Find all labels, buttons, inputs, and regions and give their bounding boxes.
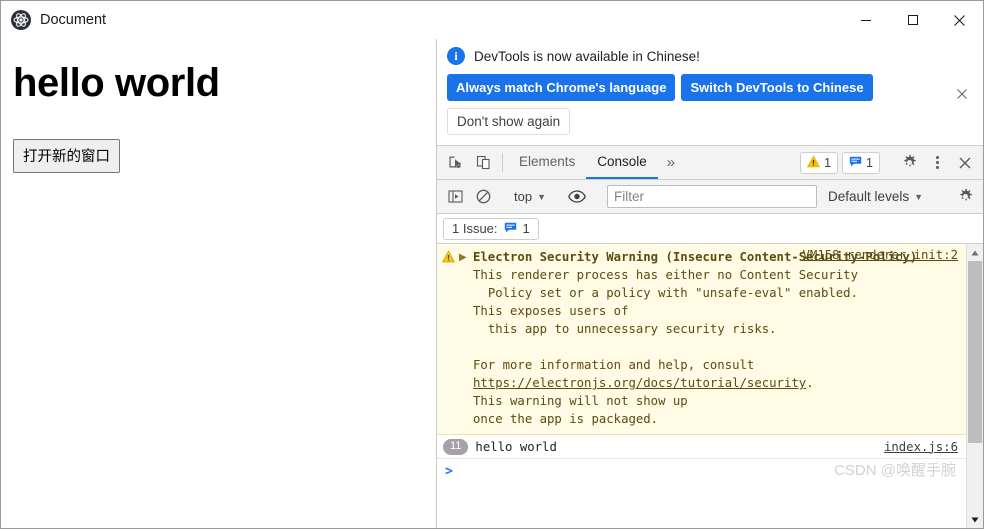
scrollbar-down-arrow-icon[interactable]: [967, 511, 983, 528]
title-bar-left: Document: [1, 10, 106, 30]
infobar-secondary-actions: Don't show again: [447, 108, 973, 135]
log-levels-value: Default levels: [828, 189, 910, 204]
window-body: hello world 打开新的窗口 i DevTools is now ava…: [1, 39, 983, 528]
warning-line-6: This warning will not show up: [473, 394, 688, 408]
devtools-panel: i DevTools is now available in Chinese! …: [437, 39, 983, 528]
close-button[interactable]: [936, 1, 983, 39]
scrollbar-thumb[interactable]: [968, 261, 982, 443]
switch-to-chinese-button[interactable]: Switch DevTools to Chinese: [681, 74, 873, 101]
open-new-window-button[interactable]: 打开新的窗口: [13, 139, 120, 173]
warning-count: 1: [824, 155, 832, 170]
info-icon: i: [447, 47, 465, 65]
console-prompt-row[interactable]: > CSDN @唤醒手腕: [437, 459, 966, 483]
warning-line-7: once the app is packaged.: [473, 412, 659, 426]
inspect-cursor-icon[interactable]: [441, 146, 469, 179]
log-repeat-count-badge: 11: [443, 438, 469, 455]
console-log-message[interactable]: 11 hello world index.js:6: [437, 435, 966, 459]
maximize-button[interactable]: [889, 1, 936, 39]
devtools-tabbar: Elements Console » 1 1: [437, 146, 983, 180]
infobar-primary-actions: Always match Chrome's language Switch De…: [447, 74, 973, 101]
warning-line-3: This exposes users of: [473, 304, 629, 318]
message-count: 1: [866, 155, 873, 170]
warning-triangle-icon: [807, 154, 821, 171]
warning-count-badge[interactable]: 1: [800, 151, 839, 174]
dont-show-again-button[interactable]: Don't show again: [447, 108, 571, 135]
window-controls: [842, 1, 983, 39]
chevron-down-icon: ▼: [537, 191, 546, 202]
title-bar: Document: [1, 1, 983, 39]
scrollbar-up-arrow-icon[interactable]: [967, 244, 983, 261]
issues-chip[interactable]: 1 Issue: 1: [443, 217, 539, 240]
console-warning-message[interactable]: ▶ Electron Security Warning (Insecure Co…: [437, 244, 966, 435]
gear-icon[interactable]: [895, 154, 923, 171]
prompt-caret-icon: >: [445, 463, 453, 479]
warning-line-5: For more information and help, consult: [473, 358, 755, 372]
security-docs-link[interactable]: https://electronjs.org/docs/tutorial/sec…: [473, 376, 806, 390]
warning-source-link[interactable]: VM158 renderer_init:2: [803, 248, 958, 262]
window-title: Document: [40, 12, 107, 28]
minimize-button[interactable]: [842, 1, 889, 39]
warning-line-4: this app to unnecessary security risks.: [473, 322, 777, 336]
warning-link-suffix: .: [806, 376, 814, 390]
infobar-close-icon[interactable]: [953, 85, 971, 103]
electron-logo-icon: [11, 10, 31, 30]
tab-elements[interactable]: Elements: [508, 146, 586, 179]
warning-message-text: Electron Security Warning (Insecure Cont…: [473, 248, 966, 428]
app-window: Document hello world 打开新的窗口 i DevTools i…: [0, 0, 984, 529]
execution-context-value: top: [514, 189, 533, 204]
csdn-watermark: CSDN @唤醒手腕: [834, 462, 956, 479]
warning-line-1: This renderer process has either no Cont…: [473, 268, 858, 282]
issues-count: 1: [522, 221, 530, 236]
filter-input[interactable]: [607, 185, 818, 208]
speech-bubble-icon: [849, 155, 862, 171]
warning-triangle-icon: [437, 248, 459, 428]
devtools-tabbar-right: 1 1: [800, 146, 979, 179]
page-title: hello world: [13, 61, 220, 105]
issues-bar: 1 Issue: 1: [437, 214, 983, 244]
web-page-content: hello world 打开新的窗口: [1, 39, 437, 528]
issue-speech-bubble-icon: [504, 221, 517, 237]
message-count-badge[interactable]: 1: [842, 151, 880, 174]
tab-console[interactable]: Console: [586, 146, 658, 179]
log-levels-dropdown[interactable]: Default levels ▼: [822, 186, 929, 208]
infobar-message: DevTools is now available in Chinese!: [474, 48, 700, 64]
tabbar-divider: [502, 153, 503, 172]
chevron-down-icon: ▼: [914, 191, 923, 202]
console-scroll-region: ▶ Electron Security Warning (Insecure Co…: [437, 244, 966, 528]
issues-label: 1 Issue:: [452, 221, 498, 236]
kebab-menu-icon[interactable]: [923, 154, 951, 171]
warning-line-2: Policy set or a policy with "unsafe-eval…: [473, 286, 858, 300]
console-output-area: ▶ Electron Security Warning (Insecure Co…: [437, 244, 983, 528]
live-expression-eye-icon[interactable]: [563, 190, 591, 203]
always-match-language-button[interactable]: Always match Chrome's language: [447, 74, 676, 101]
devtools-close-icon[interactable]: [951, 156, 979, 170]
log-message-text: hello world: [475, 439, 557, 454]
console-settings-gear-icon[interactable]: [951, 188, 979, 205]
infobar-message-row: i DevTools is now available in Chinese!: [447, 47, 973, 65]
console-sidebar-icon[interactable]: [441, 189, 469, 204]
execution-context-dropdown[interactable]: top ▼: [508, 186, 552, 208]
device-toolbar-icon[interactable]: [469, 146, 497, 179]
devtools-language-infobar: i DevTools is now available in Chinese! …: [437, 39, 983, 146]
expand-triangle-icon[interactable]: ▶: [459, 248, 473, 428]
console-toolbar: top ▼ Default levels ▼: [437, 180, 983, 214]
more-tabs-icon[interactable]: »: [658, 146, 684, 179]
clear-console-icon[interactable]: [469, 189, 497, 204]
console-scrollbar[interactable]: [966, 244, 983, 528]
scrollbar-track[interactable]: [967, 261, 983, 511]
log-source-link[interactable]: index.js:6: [884, 440, 958, 454]
